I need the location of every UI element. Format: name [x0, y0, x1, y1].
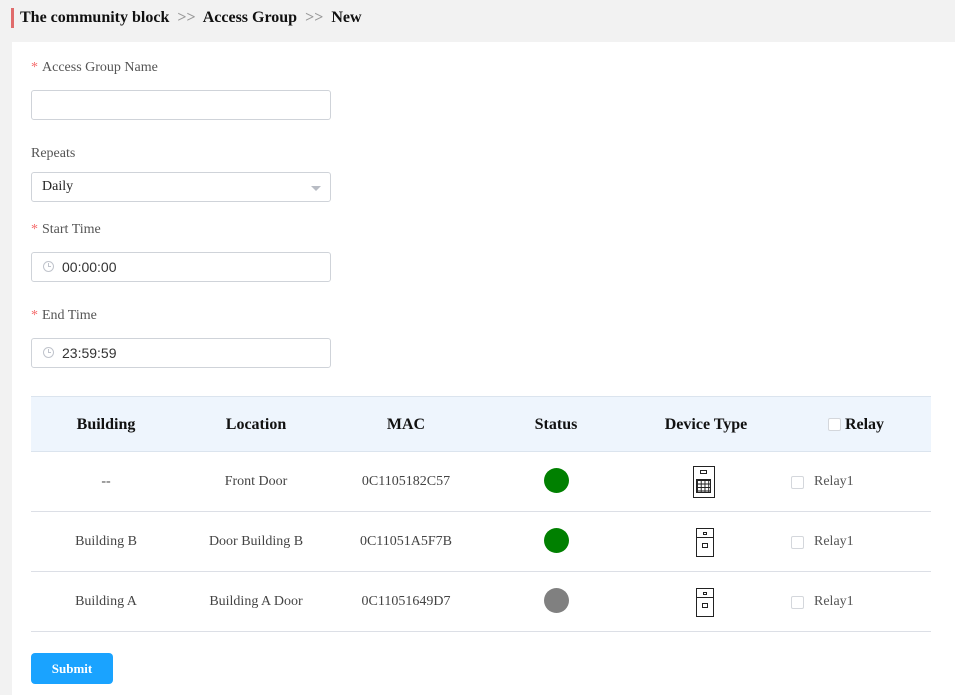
- access-group-name-input[interactable]: [31, 90, 331, 120]
- door-phone-icon: [696, 528, 714, 557]
- building-cell: Building A: [75, 594, 137, 609]
- status-offline-icon: [543, 588, 569, 614]
- start-time-picker[interactable]: 00:00:00: [31, 252, 331, 282]
- end-time-value: 23:59:59: [62, 345, 117, 361]
- column-header-location: Location: [225, 416, 287, 433]
- mac-cell: 0C1105182C57: [361, 474, 451, 489]
- column-header-device-type: Device Type: [664, 416, 748, 433]
- end-time-label: * End Time: [31, 308, 97, 323]
- mac-cell: 0C11051649D7: [361, 594, 451, 609]
- select-all-relay-checkbox[interactable]: [827, 418, 841, 431]
- relay-cell: Relay1: [791, 512, 854, 572]
- repeats-select[interactable]: Daily: [31, 172, 331, 202]
- status-online-icon: [543, 528, 569, 554]
- required-mark: *: [31, 308, 38, 323]
- location-cell: Front Door: [224, 474, 288, 489]
- table-row: -- Front Door 0C1105182C57 Relay1: [31, 452, 931, 512]
- clock-icon: [43, 347, 54, 358]
- required-mark: *: [31, 60, 38, 75]
- relay-label: Relay1: [814, 474, 854, 489]
- relay-cell: Relay1: [791, 452, 854, 512]
- start-time-value: 00:00:00: [62, 259, 117, 275]
- table-row: Building A Building A Door 0C11051649D7 …: [31, 572, 931, 632]
- start-time-label: * Start Time: [31, 222, 101, 237]
- table-row: Building B Door Building B 0C11051A5F7B …: [31, 512, 931, 572]
- required-mark: *: [31, 222, 38, 237]
- keypad-door-phone-icon: [693, 466, 715, 498]
- column-header-relay: Relay: [781, 397, 931, 453]
- column-header-mac: MAC: [386, 416, 426, 433]
- end-time-picker[interactable]: 23:59:59: [31, 338, 331, 368]
- relay-checkbox[interactable]: [791, 475, 804, 489]
- repeats-label: Repeats: [31, 146, 76, 161]
- breadcrumb-item-access-group[interactable]: Access Group: [203, 9, 297, 26]
- breadcrumb-separator: >>: [177, 9, 196, 26]
- breadcrumb-item-current: New: [331, 9, 362, 26]
- relay-label: Relay1: [814, 594, 854, 609]
- status-online-icon: [543, 468, 569, 494]
- breadcrumb-item-community[interactable]: The community block: [20, 9, 169, 26]
- status-cell: [481, 452, 631, 512]
- building-cell: Building B: [75, 534, 137, 549]
- repeats-value: Daily: [42, 179, 74, 194]
- table-header: Building Location MAC Status Device Type…: [31, 396, 931, 452]
- mac-cell: 0C11051A5F7B: [359, 534, 453, 549]
- caret-down-icon: [311, 186, 321, 191]
- column-header-building: Building: [76, 416, 136, 433]
- breadcrumb-separator: >>: [305, 9, 324, 26]
- access-group-name-label: * Access Group Name: [31, 60, 158, 75]
- device-table: Building Location MAC Status Device Type…: [31, 396, 931, 632]
- relay-label: Relay1: [814, 534, 854, 549]
- breadcrumb: The community block >> Access Group >> N…: [11, 8, 362, 28]
- relay-cell: Relay1: [791, 572, 854, 632]
- status-cell: [481, 512, 631, 572]
- location-cell: Door Building B: [208, 534, 304, 549]
- relay-checkbox[interactable]: [791, 535, 804, 549]
- submit-button[interactable]: Submit: [31, 653, 113, 684]
- status-cell: [481, 572, 631, 632]
- building-cell: --: [101, 474, 111, 489]
- location-cell: Building A Door: [209, 594, 303, 609]
- door-phone-icon: [696, 588, 714, 617]
- clock-icon: [43, 261, 54, 272]
- relay-checkbox[interactable]: [791, 595, 804, 609]
- column-header-status: Status: [534, 416, 578, 433]
